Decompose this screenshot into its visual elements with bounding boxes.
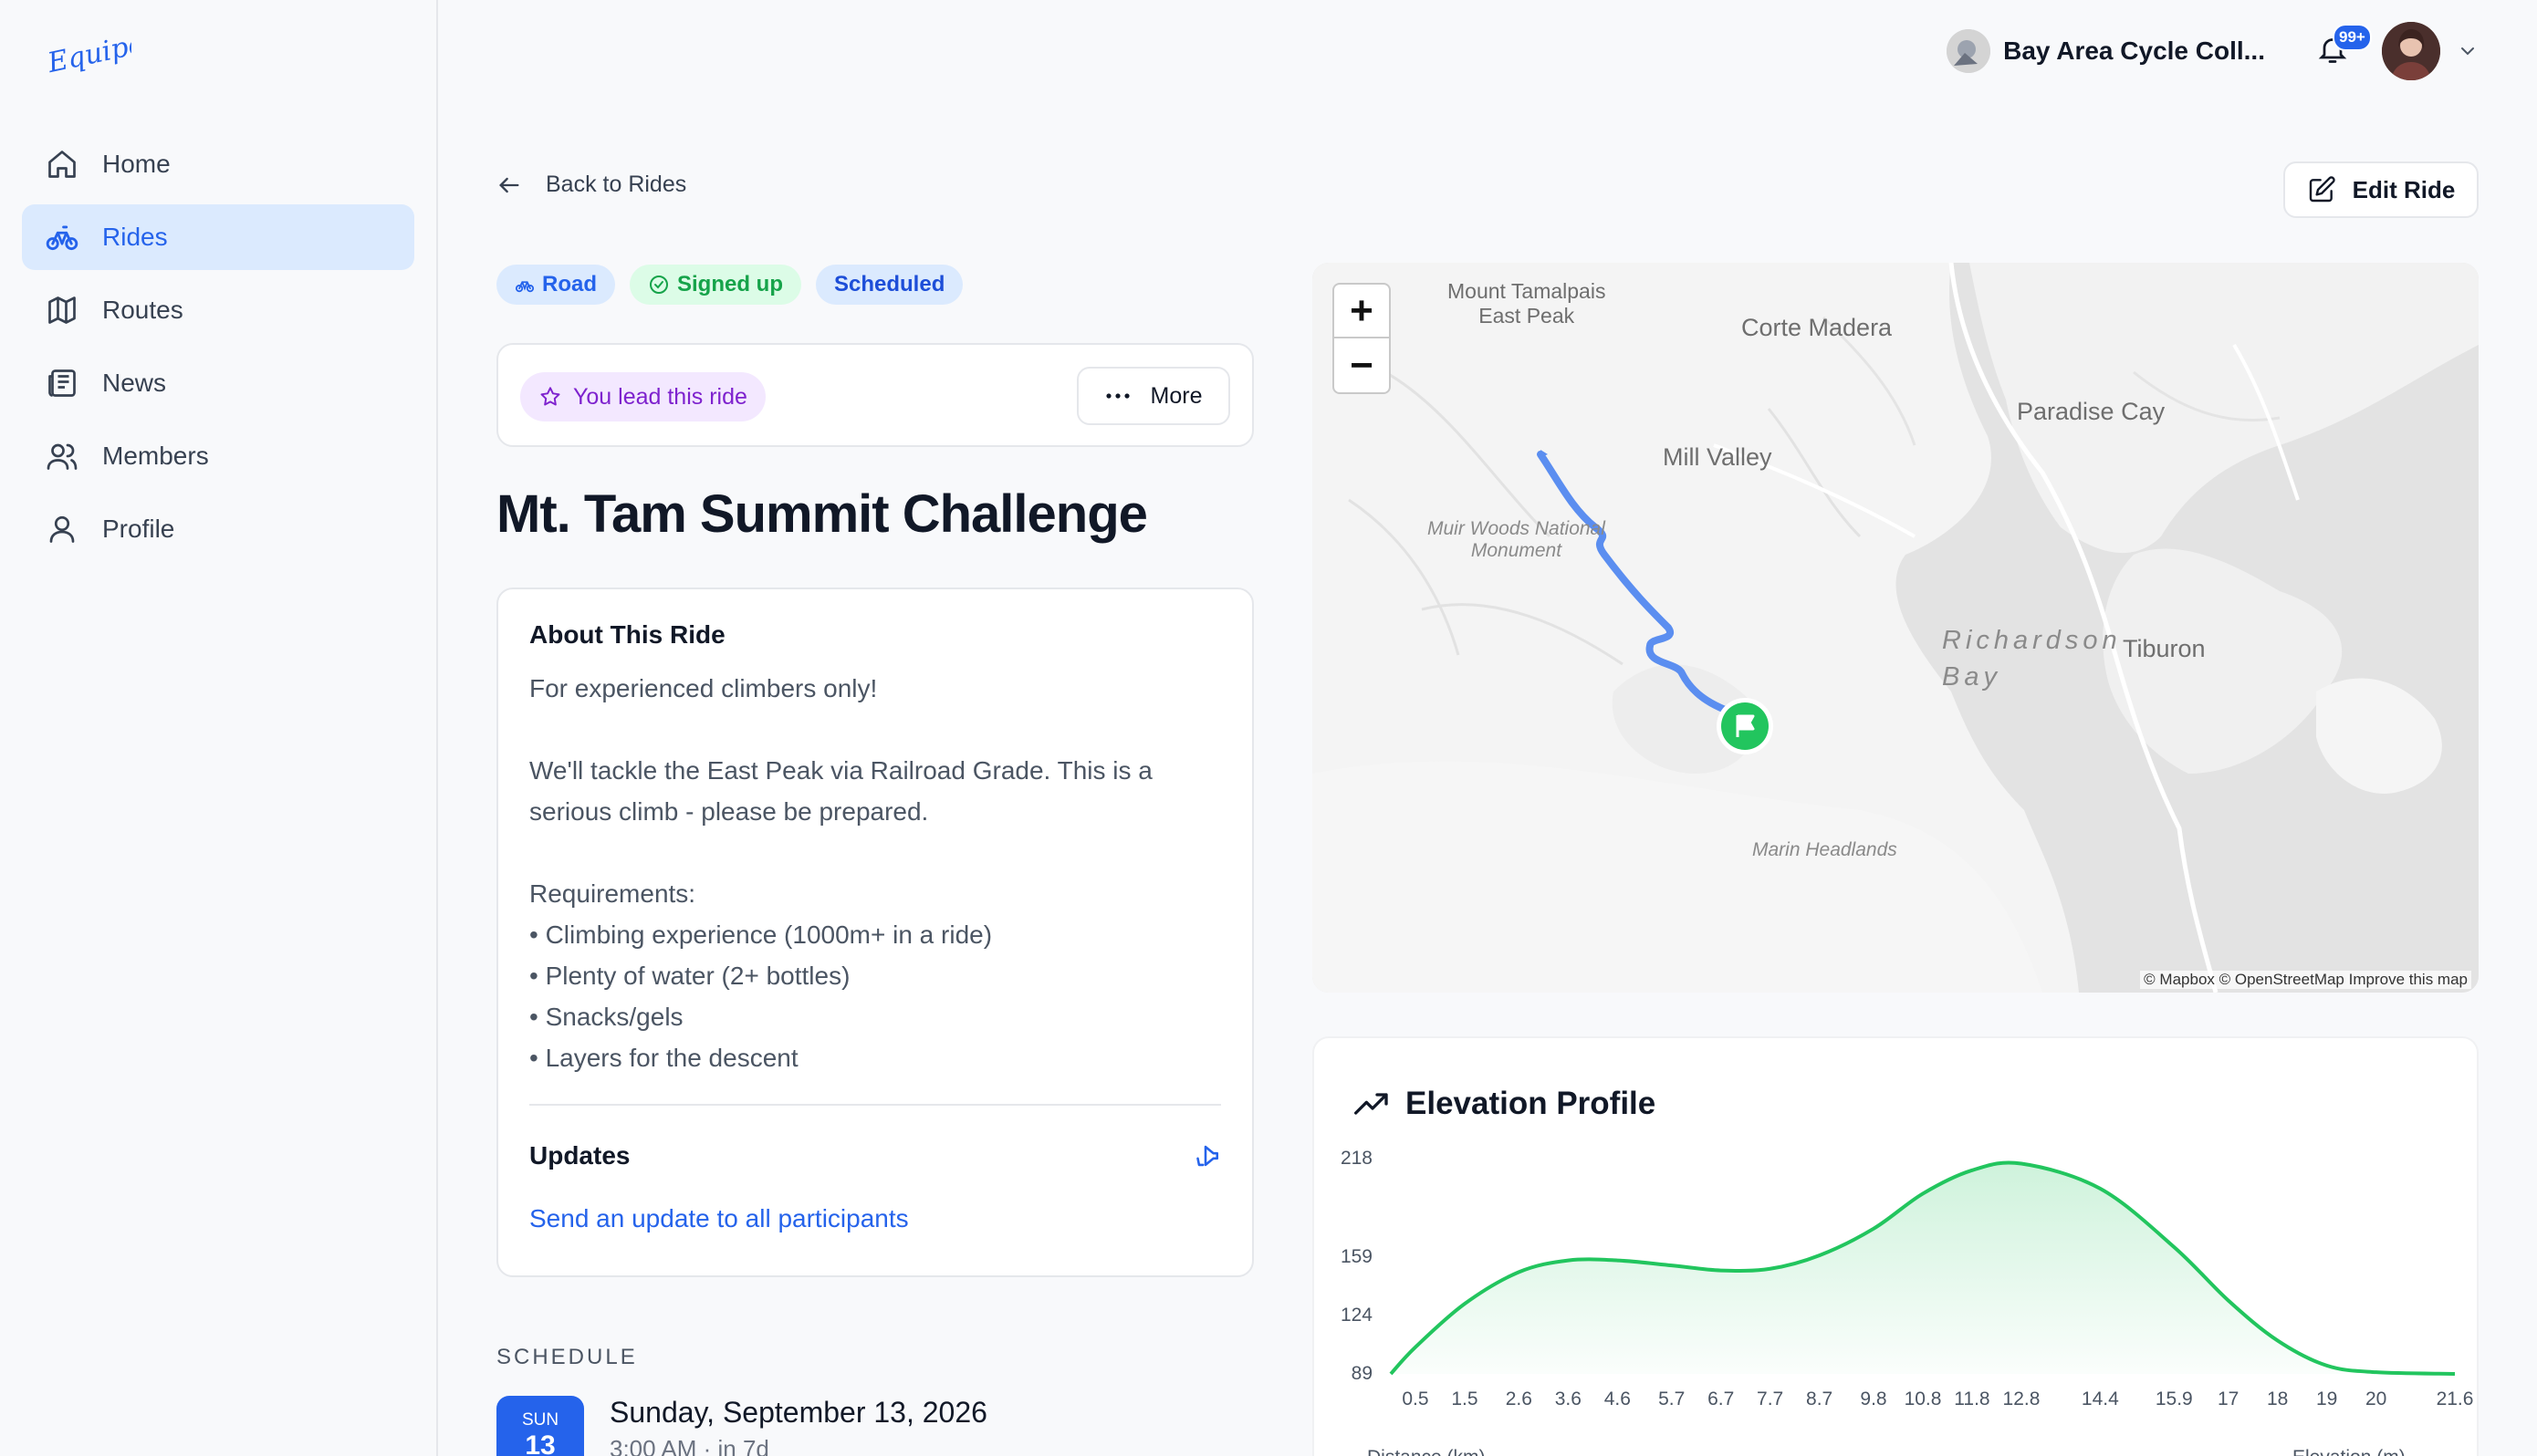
description-line: • Layers for the descent — [529, 1044, 799, 1072]
map-label-corte-madera: Corte Madera — [1741, 314, 1893, 341]
description-line — [529, 832, 1221, 873]
day-of-week: SUN — [521, 1410, 559, 1430]
svg-text:Equipe: Equipe — [44, 29, 131, 79]
leader-label: You lead this ride — [573, 383, 747, 410]
user-avatar[interactable] — [2382, 22, 2440, 80]
schedule-entry: SUN 13 Sunday, September 13, 2026 3:00 A… — [496, 1396, 987, 1456]
map-label-paradise-cay: Paradise Cay — [2017, 398, 2166, 425]
app-logo[interactable]: Equipe — [44, 29, 131, 84]
finish-marker — [1717, 698, 1773, 754]
description-line: Requirements: — [529, 879, 696, 908]
description-line — [529, 709, 1221, 750]
map-label-marin-headlands: Marin Headlands — [1752, 839, 1897, 860]
send-update-link[interactable]: Send an update to all participants — [529, 1204, 1221, 1233]
about-ride-card: About This Ride For experienced climbers… — [496, 588, 1254, 1277]
elevation-profile-card: Elevation Profile 218 159 124 89 0.5 1.5 2.6 3.… — [1312, 1036, 2479, 1456]
y-axis-label: Elevation (m) — [2292, 1447, 2406, 1456]
chevron-down-icon[interactable] — [2457, 40, 2479, 62]
sidebar-item-rides[interactable]: Rides — [22, 204, 414, 270]
zoom-out-button[interactable]: − — [1334, 338, 1389, 392]
back-to-rides-link[interactable]: Back to Rides — [496, 172, 686, 198]
leader-card: You lead this ride More — [496, 343, 1254, 447]
description-line: • Plenty of water (2+ bottles) — [529, 962, 851, 990]
more-dots-icon — [1105, 392, 1131, 400]
sidebar-item-label: Profile — [102, 515, 175, 543]
back-label: Back to Rides — [546, 172, 687, 197]
check-circle-icon — [648, 274, 677, 296]
home-icon — [44, 146, 80, 182]
sidebar: Equipe Home Rides Routes News Members Pr… — [0, 0, 438, 1456]
signup-status-label: Signed up — [677, 272, 783, 296]
org-switcher[interactable]: Bay Area Cycle Coll... — [2003, 36, 2265, 66]
description-line: • Snacks/gels — [529, 1003, 684, 1031]
map-label-tiburon: Tiburon — [2123, 635, 2206, 662]
ride-type-label: Road — [542, 272, 597, 296]
topbar: Bay Area Cycle Coll... 99+ — [1947, 20, 2479, 82]
edit-icon — [2307, 175, 2353, 204]
map-zoom-controls: + − — [1332, 283, 1391, 394]
leader-badge: You lead this ride — [520, 372, 766, 421]
map-label-richardson-bay: Richardson Bay — [1942, 626, 2122, 692]
notification-count-badge: 99+ — [2333, 24, 2372, 51]
map-label-mt-tam: Mount Tamalpais East Peak — [1447, 279, 1606, 328]
users-icon — [44, 438, 80, 474]
sidebar-item-news[interactable]: News — [22, 350, 414, 416]
sidebar-item-label: Routes — [102, 296, 183, 324]
day-number: 13 — [525, 1430, 556, 1456]
ride-type-badge: Road — [496, 265, 615, 305]
edit-ride-button[interactable]: Edit Ride — [2283, 161, 2479, 218]
star-icon — [538, 385, 573, 409]
map-label-mill-valley: Mill Valley — [1663, 443, 1772, 471]
org-avatar[interactable] — [1947, 29, 1991, 73]
bike-icon — [44, 219, 80, 255]
route-map[interactable]: + − Mount Tamalpais East Peak Corte Made… — [1312, 263, 2479, 993]
sidebar-item-members[interactable]: Members — [22, 423, 414, 489]
map-label-muir-woods: Muir Woods National Monument — [1427, 518, 1605, 561]
date-text: Sunday, September 13, 2026 — [610, 1396, 987, 1429]
updates-heading: Updates — [529, 1141, 631, 1170]
schedule-date: Sunday, September 13, 2026 3:00 AM · in … — [610, 1396, 987, 1456]
sidebar-item-label: News — [102, 369, 167, 397]
edit-label: Edit Ride — [2352, 175, 2456, 203]
description-line: We'll tackle the East Peak via Railroad … — [529, 756, 1153, 785]
description-line: For experienced climbers only! — [529, 674, 878, 702]
map-icon — [44, 292, 80, 328]
sidebar-item-label: Rides — [102, 223, 168, 251]
more-label: More — [1150, 382, 1203, 409]
signup-status-badge: Signed up — [630, 265, 801, 305]
time-text: 3:00 AM · in 7d — [610, 1435, 769, 1456]
user-icon — [44, 511, 80, 547]
bike-icon — [515, 275, 542, 295]
ride-status-badge: Scheduled — [816, 265, 964, 305]
calendar-day-badge: SUN 13 — [496, 1396, 584, 1456]
newspaper-icon — [44, 365, 80, 401]
description-line: serious climb - please be prepared. — [529, 797, 929, 826]
sidebar-item-profile[interactable]: Profile — [22, 496, 414, 562]
about-heading: About This Ride — [529, 620, 726, 649]
sidebar-item-label: Members — [102, 442, 209, 470]
ride-description: For experienced climbers only! We'll tac… — [529, 668, 1221, 1078]
ride-tags: Road Signed up Scheduled — [496, 265, 964, 305]
sidebar-item-home[interactable]: Home — [22, 131, 414, 197]
map-canvas — [1312, 263, 2479, 993]
description-line: • Climbing experience (1000m+ in a ride) — [529, 920, 993, 949]
notifications-button[interactable]: 99+ — [2316, 24, 2372, 69]
elevation-chart — [1389, 1160, 2456, 1376]
megaphone-icon[interactable] — [1190, 1140, 1221, 1171]
zoom-in-button[interactable]: + — [1334, 285, 1389, 338]
divider — [529, 1104, 1221, 1106]
sidebar-item-routes[interactable]: Routes — [22, 277, 414, 343]
schedule-heading: SCHEDULE — [496, 1345, 638, 1369]
more-actions-button[interactable]: More — [1077, 367, 1230, 425]
page-title: Mt. Tam Summit Challenge — [496, 484, 1148, 544]
sidebar-item-label: Home — [102, 150, 171, 178]
map-attribution[interactable]: © Mapbox © OpenStreetMap Improve this ma… — [2140, 971, 2471, 989]
x-axis-label: Distance (km) — [1367, 1447, 1486, 1456]
arrow-left-icon — [496, 172, 522, 198]
sidebar-nav: Home Rides Routes News Members Profile — [22, 131, 414, 569]
updates-header: Updates — [529, 1140, 1221, 1171]
